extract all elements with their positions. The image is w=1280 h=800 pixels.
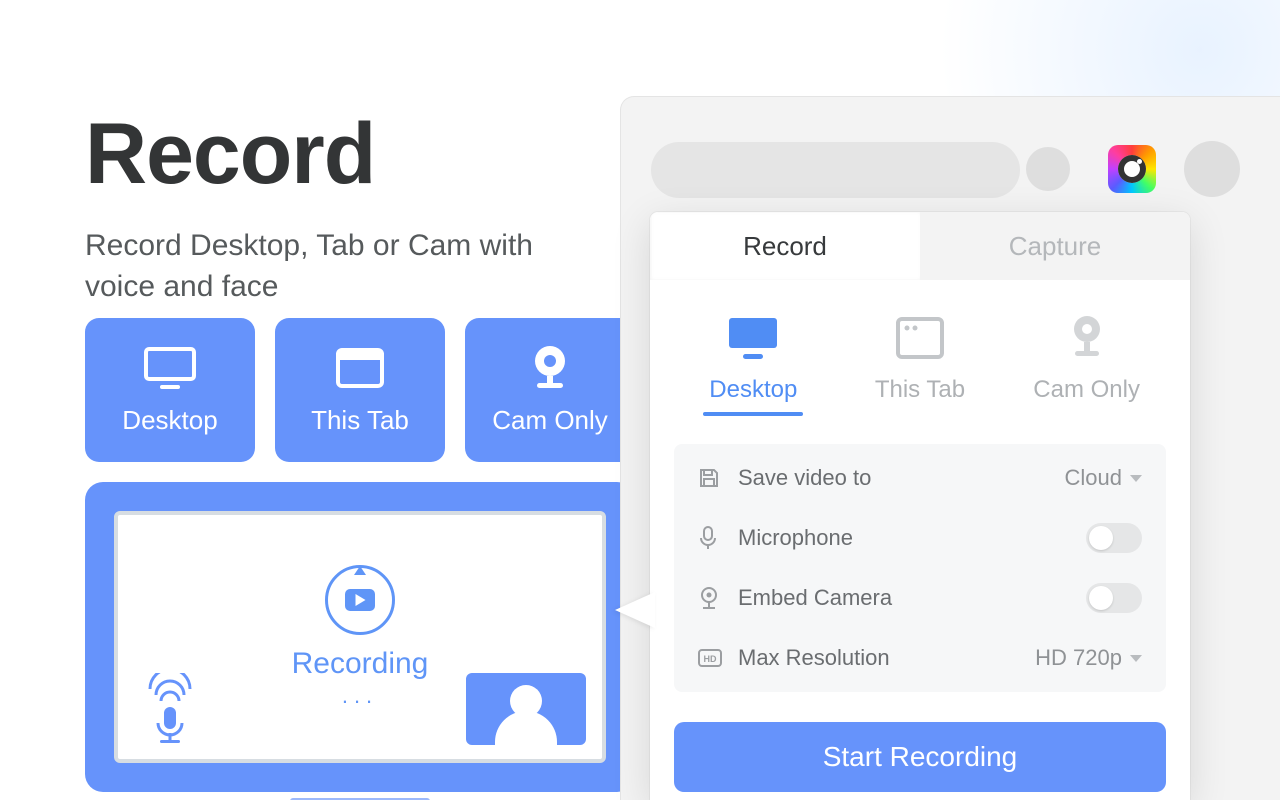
- extension-icon[interactable]: [1108, 145, 1156, 193]
- camera-icon: [698, 586, 732, 610]
- mode-button-this-tab[interactable]: This Tab: [275, 318, 445, 462]
- profile-avatar[interactable]: [1184, 141, 1240, 197]
- mode-button-desktop[interactable]: Desktop: [85, 318, 255, 462]
- setting-label: Save video to: [738, 465, 1065, 491]
- source-label: Cam Only: [1012, 376, 1162, 404]
- microphone-active-icon: [142, 673, 198, 745]
- desktop-icon: [140, 345, 200, 391]
- tab-record[interactable]: Record: [650, 212, 920, 280]
- microphone-toggle[interactable]: [1086, 523, 1142, 553]
- mode-button-label: Desktop: [122, 405, 217, 436]
- chevron-down-icon: [1130, 475, 1142, 482]
- source-label: This Tab: [845, 376, 995, 404]
- start-recording-button[interactable]: Start Recording: [674, 722, 1166, 792]
- tab-icon: [330, 345, 390, 391]
- page-title: Record: [85, 105, 605, 204]
- setting-label: Embed Camera: [738, 585, 1086, 611]
- microphone-icon: [698, 526, 732, 550]
- mode-button-label: This Tab: [311, 405, 409, 436]
- toolbar-placeholder-icon: [1026, 147, 1070, 191]
- popup-tabs: Record Capture: [650, 212, 1190, 280]
- extension-popup: Record Capture Desktop This Tab Cam Only: [650, 212, 1190, 800]
- recording-indicator-icon: [325, 565, 395, 635]
- callout-arrow-icon: [615, 592, 655, 628]
- recording-status-label: Recording: [292, 647, 429, 681]
- source-desktop[interactable]: Desktop: [678, 310, 828, 416]
- record-source-picker: Desktop This Tab Cam Only: [650, 280, 1190, 416]
- record-settings: Save video to Cloud Microphone Embed Cam…: [674, 444, 1166, 692]
- tab-capture[interactable]: Capture: [920, 212, 1190, 280]
- mode-buttons: Desktop This Tab Cam Only: [85, 318, 635, 462]
- mode-button-cam-only[interactable]: Cam Only: [465, 318, 635, 462]
- preview-screen: Recording ...: [114, 511, 606, 763]
- setting-microphone: Microphone: [698, 508, 1142, 568]
- setting-label: Microphone: [738, 525, 1086, 551]
- recording-dots: ...: [342, 683, 378, 709]
- setting-embed-camera: Embed Camera: [698, 568, 1142, 628]
- browser-address-bar[interactable]: [651, 142, 1020, 198]
- source-cam-only[interactable]: Cam Only: [1012, 310, 1162, 416]
- source-label: Desktop: [678, 376, 828, 404]
- setting-label: Max Resolution: [738, 645, 1035, 671]
- hero-section: Record Record Desktop, Tab or Cam with v…: [85, 105, 605, 307]
- recording-preview: Recording ...: [85, 482, 635, 792]
- camera-icon: [1012, 310, 1162, 366]
- save-destination-select[interactable]: Cloud: [1065, 465, 1142, 491]
- mode-button-label: Cam Only: [492, 405, 608, 436]
- camera-pip-icon: [466, 673, 586, 745]
- setting-max-resolution: HD Max Resolution HD 720p: [698, 628, 1142, 688]
- page-subtitle: Record Desktop, Tab or Cam with voice an…: [85, 226, 605, 307]
- source-this-tab[interactable]: This Tab: [845, 310, 995, 416]
- resolution-select[interactable]: HD 720p: [1035, 645, 1142, 671]
- svg-text:HD: HD: [704, 654, 717, 664]
- camera-icon: [520, 345, 580, 391]
- setting-save-video-to: Save video to Cloud: [698, 448, 1142, 508]
- desktop-icon: [678, 310, 828, 366]
- hd-icon: HD: [698, 649, 732, 667]
- save-icon: [698, 467, 732, 489]
- tab-icon: [845, 310, 995, 366]
- chevron-down-icon: [1130, 655, 1142, 662]
- embed-camera-toggle[interactable]: [1086, 583, 1142, 613]
